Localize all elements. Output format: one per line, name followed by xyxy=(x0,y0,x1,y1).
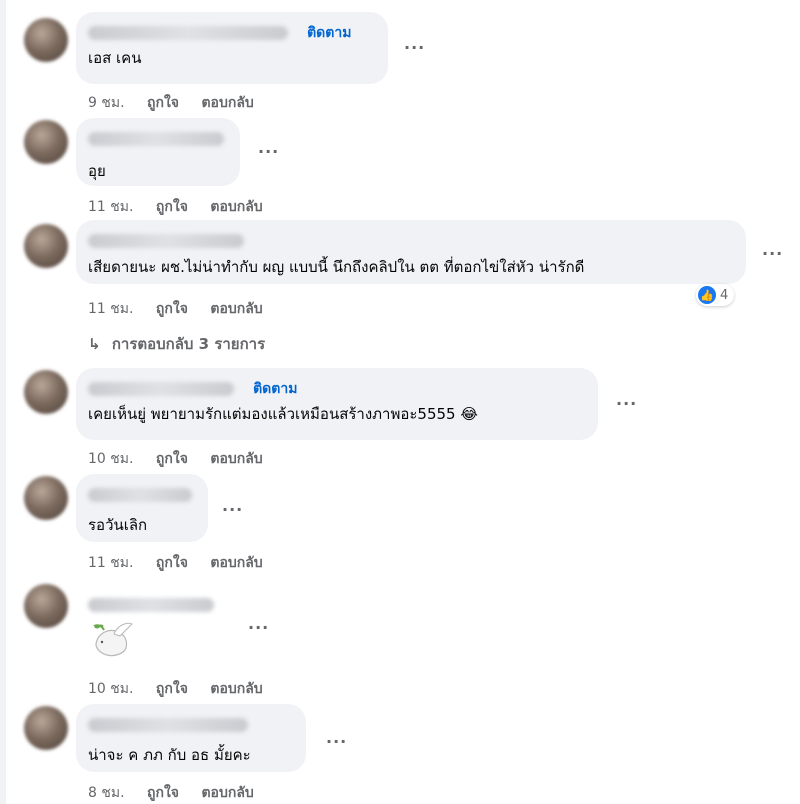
timestamp[interactable]: 10 ชม. xyxy=(88,681,133,697)
avatar[interactable] xyxy=(24,120,68,164)
comment-bubble: เสียดายนะ ผช.ไม่น่าทำกับ ผญ แบบนี้ นึกถึ… xyxy=(76,220,746,284)
avatar[interactable] xyxy=(24,18,68,62)
author-name[interactable] xyxy=(88,487,192,502)
comment-actions: 10 ชม. ถูกใจ ตอบกลับ xyxy=(88,678,281,700)
reply-button[interactable]: ตอบกลับ xyxy=(201,95,253,111)
comment-bubble: ติดตาม เอส เคน xyxy=(76,12,388,84)
comment-text: เอส เคน xyxy=(88,49,142,67)
timestamp[interactable]: 11 ชม. xyxy=(88,301,133,317)
like-button[interactable]: ถูกใจ xyxy=(156,451,188,467)
like-button[interactable]: ถูกใจ xyxy=(156,555,188,571)
comment-bubble: ติดตาม เคยเห็นยู่ พยายามรักแต่มองแล้วเหม… xyxy=(76,368,598,440)
author-name[interactable] xyxy=(88,597,214,612)
like-button[interactable]: ถูกใจ xyxy=(147,785,179,801)
reply-button[interactable]: ตอบกลับ xyxy=(210,555,262,571)
thread-rail xyxy=(0,0,6,804)
reply-button[interactable]: ตอบกลับ xyxy=(210,199,262,215)
author-name[interactable] xyxy=(88,382,234,396)
view-replies-label: การตอบกลับ 3 รายการ xyxy=(111,335,266,353)
dove-sticker[interactable] xyxy=(88,614,136,662)
author-name[interactable] xyxy=(88,26,288,40)
author-name[interactable] xyxy=(88,131,224,146)
comment-text-content: เคยเห็นยู่ พยายามรักแต่มองแล้วเหมือนสร้า… xyxy=(88,405,456,423)
like-button[interactable]: ถูกใจ xyxy=(156,301,188,317)
author-name[interactable] xyxy=(88,233,244,248)
comment-actions: 11 ชม. ถูกใจ ตอบกลับ xyxy=(88,196,281,218)
comment-actions: 10 ชม. ถูกใจ ตอบกลับ xyxy=(88,448,281,470)
comment-header xyxy=(88,594,214,613)
more-options-icon[interactable]: ··· xyxy=(248,618,269,637)
follow-link[interactable]: ติดตาม xyxy=(307,25,351,41)
more-options-icon[interactable]: ··· xyxy=(404,38,425,57)
comment-actions: 11 ชม. ถูกใจ ตอบกลับ xyxy=(88,552,281,574)
author-name[interactable] xyxy=(88,717,248,732)
more-options-icon[interactable]: ··· xyxy=(616,394,637,413)
like-button[interactable]: ถูกใจ xyxy=(156,199,188,215)
comment-text: น่าจะ ค ภภ กับ อธ มั้ยคะ xyxy=(88,746,251,764)
comment-text: รอวันเลิก xyxy=(88,516,148,534)
more-options-icon[interactable]: ··· xyxy=(222,500,243,519)
comment-bubble: รอวันเลิก xyxy=(76,474,208,542)
comment-bubble: อุย xyxy=(76,118,240,186)
timestamp[interactable]: 11 ชม. xyxy=(88,199,133,215)
avatar[interactable] xyxy=(24,476,68,520)
reaction-count[interactable]: 👍 4 xyxy=(696,284,735,306)
reply-button[interactable]: ตอบกลับ xyxy=(201,785,253,801)
comment-text: เสียดายนะ ผช.ไม่น่าทำกับ ผญ แบบนี้ นึกถึ… xyxy=(88,258,585,276)
reply-button[interactable]: ตอบกลับ xyxy=(210,301,262,317)
like-reaction-icon: 👍 xyxy=(698,286,716,304)
avatar[interactable] xyxy=(24,706,68,750)
timestamp[interactable]: 8 ชม. xyxy=(88,785,125,801)
more-options-icon[interactable]: ··· xyxy=(762,244,783,263)
like-button[interactable]: ถูกใจ xyxy=(147,95,179,111)
view-replies-link[interactable]: ↳ การตอบกลับ 3 รายการ xyxy=(88,332,265,356)
comment-text: เคยเห็นยู่ พยายามรักแต่มองแล้วเหมือนสร้า… xyxy=(88,404,586,424)
timestamp[interactable]: 10 ชม. xyxy=(88,451,133,467)
reaction-count-value: 4 xyxy=(720,287,729,303)
comment-actions: 11 ชม. ถูกใจ ตอบกลับ xyxy=(88,298,281,320)
avatar[interactable] xyxy=(24,370,68,414)
reply-arrow-icon: ↳ xyxy=(88,335,101,353)
comment-actions: 8 ชม. ถูกใจ ตอบกลับ xyxy=(88,782,272,804)
like-button[interactable]: ถูกใจ xyxy=(156,681,188,697)
avatar[interactable] xyxy=(24,584,68,628)
more-options-icon[interactable]: ··· xyxy=(258,142,279,161)
timestamp[interactable]: 9 ชม. xyxy=(88,95,125,111)
avatar[interactable] xyxy=(24,224,68,268)
follow-link[interactable]: ติดตาม xyxy=(253,381,297,397)
laughing-crying-emoji-icon: 😂 xyxy=(460,405,478,423)
reply-button[interactable]: ตอบกลับ xyxy=(210,451,262,467)
comment-text: อุย xyxy=(88,162,106,180)
more-options-icon[interactable]: ··· xyxy=(326,732,347,751)
comment-actions: 9 ชม. ถูกใจ ตอบกลับ xyxy=(88,92,272,114)
comment-bubble: น่าจะ ค ภภ กับ อธ มั้ยคะ xyxy=(76,704,306,772)
timestamp[interactable]: 11 ชม. xyxy=(88,555,133,571)
reply-button[interactable]: ตอบกลับ xyxy=(210,681,262,697)
